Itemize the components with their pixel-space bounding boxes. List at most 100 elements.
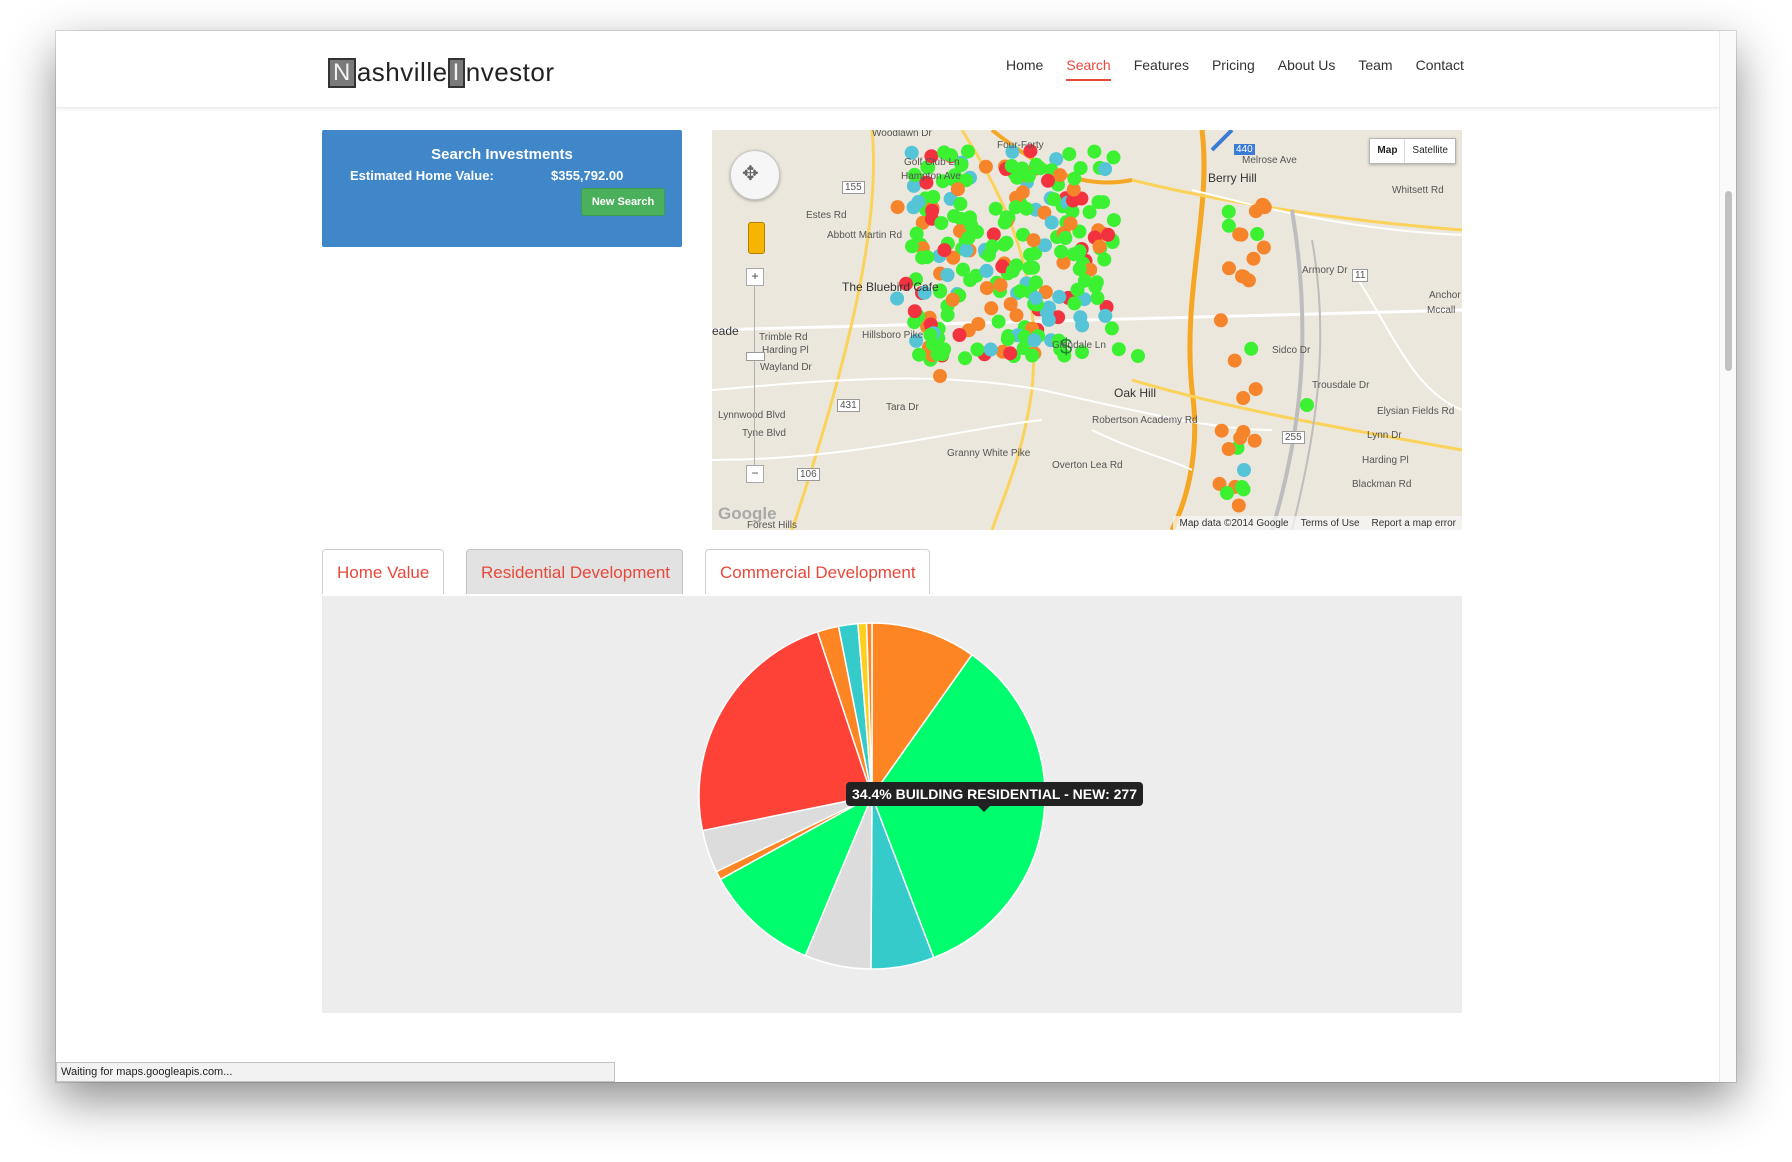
property-marker[interactable] <box>1111 342 1126 357</box>
property-marker[interactable] <box>978 159 993 174</box>
property-marker[interactable] <box>984 301 999 316</box>
map-type-satellite-button[interactable]: Satellite <box>1405 139 1455 163</box>
nav-features[interactable]: Features <box>1134 57 1189 81</box>
nav-search[interactable]: Search <box>1066 57 1112 81</box>
tab-home-value[interactable]: Home Value <box>322 549 444 594</box>
property-marker[interactable] <box>937 243 952 258</box>
google-logo[interactable]: Google <box>718 504 777 524</box>
property-marker[interactable] <box>890 200 905 215</box>
property-marker[interactable] <box>1233 430 1248 445</box>
property-marker[interactable] <box>1062 147 1077 162</box>
property-marker[interactable] <box>1237 463 1251 477</box>
property-marker[interactable] <box>915 250 930 265</box>
property-marker[interactable] <box>952 328 967 342</box>
property-marker[interactable] <box>1235 269 1249 284</box>
property-marker[interactable] <box>1053 168 1067 183</box>
property-marker[interactable] <box>1013 284 1028 299</box>
property-marker[interactable] <box>1087 144 1102 159</box>
property-marker[interactable] <box>933 369 947 383</box>
property-marker[interactable] <box>959 243 974 258</box>
property-marker[interactable] <box>991 314 1006 329</box>
property-marker[interactable] <box>1003 346 1018 361</box>
property-marker[interactable] <box>963 273 978 288</box>
property-marker[interactable] <box>926 189 941 204</box>
property-marker[interactable] <box>1025 348 1040 363</box>
property-marker[interactable] <box>925 203 940 218</box>
property-marker[interactable] <box>1247 433 1262 448</box>
property-marker[interactable] <box>1010 170 1024 185</box>
pan-control[interactable]: ✥ <box>730 150 780 200</box>
property-marker[interactable] <box>950 182 965 197</box>
property-marker[interactable] <box>1022 260 1037 275</box>
property-marker[interactable] <box>1044 215 1059 230</box>
map-type-map-button[interactable]: Map <box>1370 139 1406 163</box>
property-marker[interactable] <box>1027 333 1042 348</box>
property-marker[interactable] <box>940 268 955 282</box>
property-marker[interactable] <box>1221 204 1236 219</box>
property-marker[interactable] <box>1213 313 1228 328</box>
property-marker[interactable] <box>1235 480 1249 494</box>
property-marker[interactable] <box>1106 213 1121 228</box>
property-marker[interactable] <box>1015 185 1030 200</box>
nav-home[interactable]: Home <box>1006 57 1043 81</box>
property-marker[interactable] <box>1054 244 1069 259</box>
property-marker[interactable] <box>907 304 922 319</box>
property-marker[interactable] <box>909 226 924 241</box>
property-marker[interactable] <box>970 342 985 357</box>
property-marker[interactable] <box>1214 423 1229 438</box>
property-marker[interactable] <box>1029 157 1044 172</box>
property-marker[interactable] <box>1005 264 1020 279</box>
property-marker[interactable] <box>912 347 927 362</box>
property-marker[interactable] <box>1047 192 1061 207</box>
property-marker[interactable] <box>934 216 949 231</box>
property-marker[interactable] <box>1231 498 1246 513</box>
nav-team[interactable]: Team <box>1358 57 1392 81</box>
property-marker[interactable] <box>1067 171 1082 186</box>
tab-commercial-development[interactable]: Commercial Development <box>705 549 930 594</box>
property-marker[interactable] <box>1250 227 1265 241</box>
property-marker[interactable] <box>1073 310 1088 325</box>
zoom-in-button[interactable]: + <box>746 268 764 286</box>
zoom-out-button[interactable]: − <box>746 465 764 483</box>
property-marker[interactable] <box>1106 150 1121 165</box>
property-marker[interactable] <box>1026 233 1041 248</box>
property-marker[interactable] <box>1003 297 1018 312</box>
property-marker[interactable] <box>1098 162 1113 177</box>
property-marker[interactable] <box>1028 291 1043 306</box>
property-marker[interactable] <box>981 248 996 263</box>
property-marker[interactable] <box>1220 486 1234 500</box>
scrollbar-thumb[interactable] <box>1725 191 1732 371</box>
property-marker[interactable] <box>1256 240 1271 255</box>
property-marker[interactable] <box>923 328 938 342</box>
property-marker[interactable] <box>1244 341 1259 356</box>
property-marker[interactable] <box>1000 332 1015 346</box>
property-marker[interactable] <box>1088 279 1103 294</box>
property-marker[interactable] <box>1222 261 1236 276</box>
property-marker[interactable] <box>1101 227 1116 242</box>
tab-residential-development[interactable]: Residential Development <box>466 549 683 594</box>
property-marker[interactable] <box>1300 398 1314 412</box>
property-marker[interactable] <box>983 342 998 357</box>
new-search-button[interactable]: New Search <box>581 188 665 216</box>
property-marker[interactable] <box>940 308 955 322</box>
property-marker[interactable] <box>1092 239 1107 254</box>
property-marker[interactable] <box>1098 308 1113 323</box>
nav-pricing[interactable]: Pricing <box>1212 57 1255 81</box>
property-marker[interactable] <box>1058 231 1073 245</box>
property-marker[interactable] <box>1052 289 1067 304</box>
page-scrollbar[interactable] <box>1719 31 1736 1082</box>
property-marker[interactable] <box>962 214 977 229</box>
map-view[interactable]: $ Woodlawn Dr Golf Club Ln Hampton Ave F… <box>712 130 1462 530</box>
nav-about-us[interactable]: About Us <box>1278 57 1336 81</box>
street-view-pegman-icon[interactable] <box>748 222 765 254</box>
property-marker[interactable] <box>1257 200 1272 215</box>
property-marker[interactable] <box>1008 200 1023 215</box>
property-marker[interactable] <box>1221 218 1236 233</box>
property-marker[interactable] <box>1063 216 1078 231</box>
property-marker[interactable] <box>986 227 1001 242</box>
property-marker[interactable] <box>979 263 994 278</box>
nav-contact[interactable]: Contact <box>1416 57 1464 81</box>
property-marker[interactable] <box>953 196 968 211</box>
property-marker[interactable] <box>1248 382 1263 397</box>
property-marker[interactable] <box>905 239 919 254</box>
